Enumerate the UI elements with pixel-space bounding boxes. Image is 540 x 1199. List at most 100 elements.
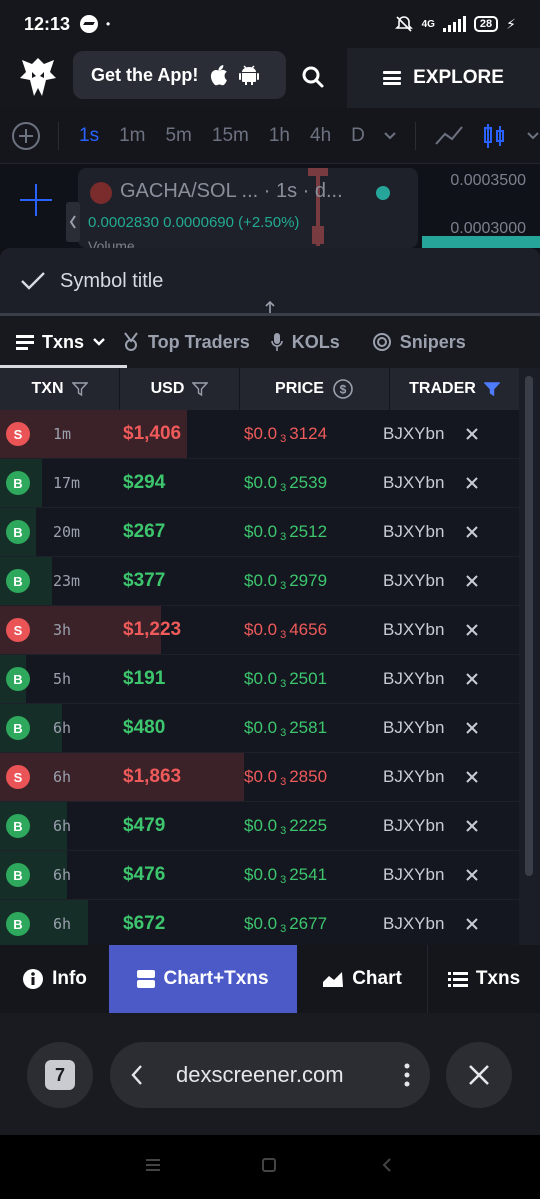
- tab-switcher-button[interactable]: 7: [27, 1042, 93, 1108]
- remove-filter-icon[interactable]: [465, 721, 479, 735]
- trader-address[interactable]: BJXYbn: [383, 865, 463, 885]
- remove-filter-icon[interactable]: [465, 868, 479, 882]
- price-digits: 2850: [289, 766, 328, 786]
- trader-address[interactable]: BJXYbn: [383, 718, 463, 738]
- remove-filter-icon[interactable]: [465, 819, 479, 833]
- table-row[interactable]: S 3h $1,223 $0.0 3 4656 BJXYbn: [0, 606, 519, 655]
- line-chart-icon[interactable]: [434, 124, 464, 148]
- price-digits: 2541: [289, 864, 328, 884]
- chart-toolbar: 1s 1m 5m 15m 1h 4h D: [0, 108, 540, 164]
- table-row[interactable]: B 23m $377 $0.0 3 2979 BJXYbn: [0, 557, 519, 606]
- filter-active-icon[interactable]: [483, 381, 500, 397]
- txn-usd: $294: [123, 472, 166, 493]
- price-digits: 2225: [289, 815, 328, 835]
- remove-filter-icon[interactable]: [465, 427, 479, 441]
- nav-txns[interactable]: Txns: [427, 945, 540, 1013]
- chevron-down-icon[interactable]: [383, 131, 397, 141]
- txn-age: 6h: [53, 817, 72, 835]
- back-icon[interactable]: [130, 1064, 144, 1086]
- symbol-title-row[interactable]: Symbol title: [0, 248, 540, 324]
- table-row[interactable]: B 6h $480 $0.0 3 2581 BJXYbn: [0, 704, 519, 753]
- tab-snipers[interactable]: Snipers: [340, 316, 466, 368]
- timeframe-15m[interactable]: 15m: [212, 125, 249, 147]
- candlestick-icon[interactable]: [482, 122, 506, 150]
- col-trader[interactable]: TRADER: [390, 368, 519, 410]
- home-icon[interactable]: [262, 1158, 276, 1172]
- table-row[interactable]: B 6h $479 $0.0 3 2225 BJXYbn: [0, 802, 519, 851]
- filter-icon[interactable]: [71, 381, 88, 397]
- explore-button[interactable]: EXPLORE: [347, 48, 540, 108]
- nav-info[interactable]: Info: [0, 945, 109, 1013]
- timeframe-1h[interactable]: 1h: [269, 125, 290, 147]
- dexscreener-logo-icon[interactable]: [18, 56, 58, 98]
- table-row[interactable]: B 5h $191 $0.0 3 2501 BJXYbn: [0, 655, 519, 704]
- tab-top-traders[interactable]: Top Traders: [106, 316, 250, 368]
- trader-address[interactable]: BJXYbn: [383, 424, 463, 444]
- dollar-toggle-icon[interactable]: $: [332, 378, 354, 400]
- trader-address[interactable]: BJXYbn: [383, 571, 463, 591]
- tab-txns[interactable]: Txns: [0, 316, 128, 368]
- tab-kols[interactable]: KOLs: [250, 316, 340, 368]
- collapse-legend-icon[interactable]: [66, 202, 80, 242]
- url-bar[interactable]: dexscreener.com: [110, 1042, 430, 1108]
- price-digits: 2512: [289, 521, 328, 541]
- col-usd-label: USD: [150, 380, 185, 397]
- get-app-label: Get the App!: [91, 64, 199, 85]
- filter-icon[interactable]: [192, 381, 209, 397]
- crosshair-icon[interactable]: [18, 182, 54, 218]
- timeframe-1s[interactable]: 1s: [79, 125, 99, 147]
- remove-filter-icon[interactable]: [465, 917, 479, 931]
- trader-address[interactable]: BJXYbn: [383, 620, 463, 640]
- price-digits: 4656: [289, 619, 328, 639]
- timeframe-1m[interactable]: 1m: [119, 125, 145, 147]
- nav-chart[interactable]: Chart: [297, 945, 427, 1013]
- remove-filter-icon[interactable]: [465, 476, 479, 490]
- trader-address[interactable]: BJXYbn: [383, 522, 463, 542]
- search-icon[interactable]: [300, 64, 326, 90]
- remove-filter-icon[interactable]: [465, 770, 479, 784]
- android-icon: [239, 65, 260, 85]
- col-txn-label: TXN: [31, 380, 64, 397]
- more-vert-icon[interactable]: [404, 1063, 410, 1087]
- price-prefix: $0.0: [244, 472, 278, 492]
- col-usd[interactable]: USD: [120, 368, 240, 410]
- remove-filter-icon[interactable]: [465, 574, 479, 588]
- trader-address[interactable]: BJXYbn: [383, 669, 463, 689]
- table-row[interactable]: B 6h $672 $0.0 3 2677 BJXYbn: [0, 900, 519, 945]
- trader-address[interactable]: BJXYbn: [383, 473, 463, 493]
- remove-filter-icon[interactable]: [465, 623, 479, 637]
- chevron-down-icon: [93, 338, 105, 346]
- col-price[interactable]: PRICE $: [240, 368, 390, 410]
- recent-apps-icon[interactable]: [146, 1159, 160, 1171]
- scrollbar-thumb[interactable]: [525, 376, 533, 876]
- table-row[interactable]: B 17m $294 $0.0 3 2539 BJXYbn: [0, 459, 519, 508]
- add-indicator-icon[interactable]: [12, 121, 40, 150]
- remove-filter-icon[interactable]: [465, 672, 479, 686]
- timeframe-5m[interactable]: 5m: [165, 125, 191, 147]
- col-txn[interactable]: TXN: [0, 368, 120, 410]
- medal-icon: [124, 332, 138, 351]
- scrollbar[interactable]: [519, 368, 540, 945]
- trader-address[interactable]: BJXYbn: [383, 914, 463, 934]
- txn-price: $0.0 3 2501: [244, 669, 394, 690]
- back-nav-icon[interactable]: [382, 1158, 392, 1172]
- close-tab-button[interactable]: [446, 1042, 512, 1108]
- toolbar-divider: [58, 121, 59, 150]
- price-chart[interactable]: GACHA/SOL ... · 1s · d... 0.0002830 0.00…: [0, 164, 540, 248]
- table-row[interactable]: B 6h $476 $0.0 3 2541 BJXYbn: [0, 851, 519, 900]
- nav-chart-txns[interactable]: Chart+Txns: [109, 945, 297, 1013]
- price-zero-count: 3: [280, 432, 287, 445]
- txn-type-badge: B: [6, 667, 30, 691]
- table-row[interactable]: S 1m $1,406 $0.0 3 3124 BJXYbn: [0, 410, 519, 459]
- trader-address[interactable]: BJXYbn: [383, 767, 463, 787]
- remove-filter-icon[interactable]: [465, 525, 479, 539]
- timeframe-4h[interactable]: 4h: [310, 125, 331, 147]
- chevron-down-icon[interactable]: [526, 131, 540, 141]
- charging-icon: ⚡: [506, 15, 516, 32]
- timeframe-d[interactable]: D: [351, 125, 365, 147]
- price-zero-count: 3: [280, 824, 287, 837]
- table-row[interactable]: S 6h $1,863 $0.0 3 2850 BJXYbn: [0, 753, 519, 802]
- table-row[interactable]: B 20m $267 $0.0 3 2512 BJXYbn: [0, 508, 519, 557]
- trader-address[interactable]: BJXYbn: [383, 816, 463, 836]
- get-app-button[interactable]: Get the App!: [73, 51, 286, 99]
